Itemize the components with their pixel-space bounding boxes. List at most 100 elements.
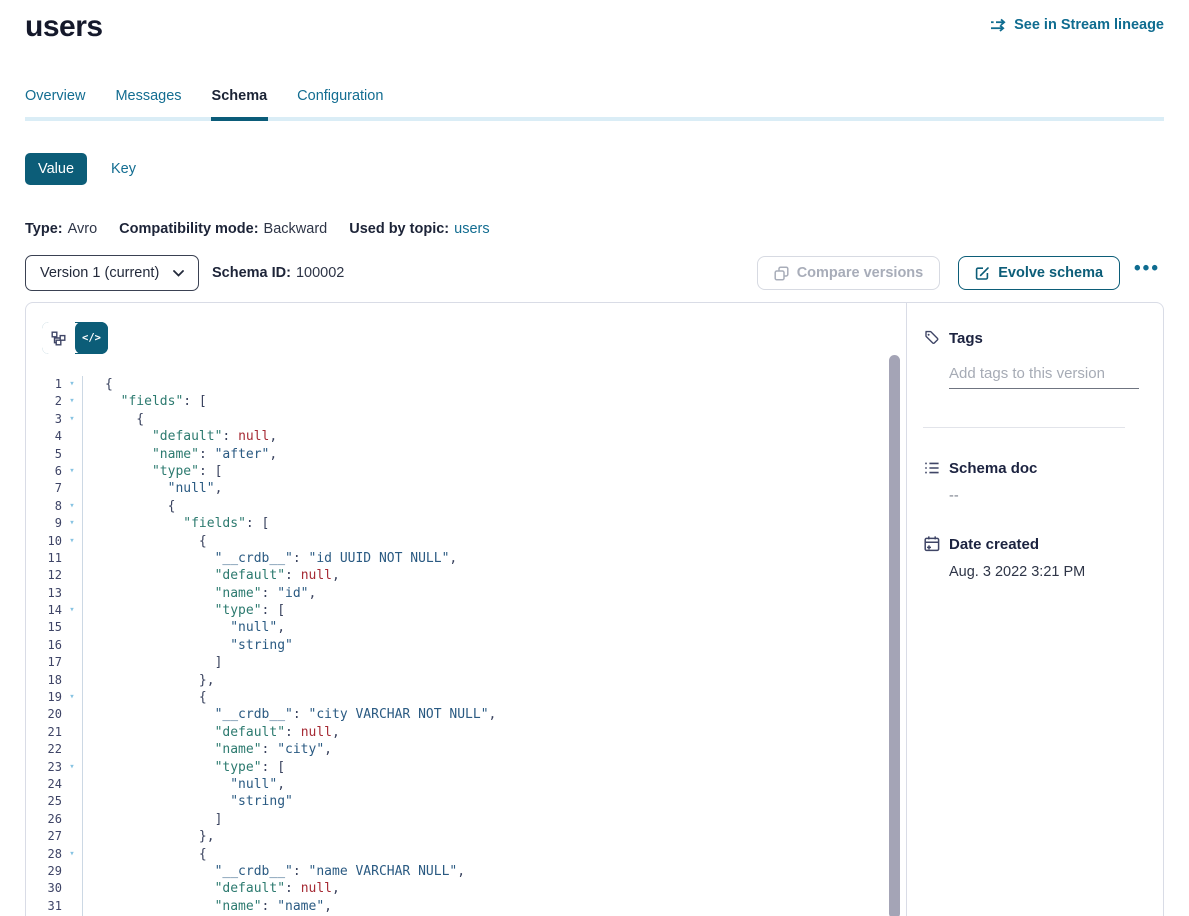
tags-section: Tags xyxy=(923,329,1139,389)
schema-id-label: Schema ID: xyxy=(212,265,291,281)
fold-spacer xyxy=(62,741,82,758)
fold-arrow-icon[interactable]: ▾ xyxy=(62,759,82,776)
active-tab-indicator xyxy=(211,117,269,121)
fold-spacer xyxy=(62,793,82,810)
schema-panel: </> 1▾{2▾ "fields": [3▾ {4 "default": nu… xyxy=(25,302,1164,916)
code-line: 18 }, xyxy=(26,672,906,689)
code-line: 25 "string" xyxy=(26,793,906,810)
compare-versions-button[interactable]: Compare versions xyxy=(757,256,941,290)
tab-messages[interactable]: Messages xyxy=(115,88,181,117)
code-line: 31 "name": "name", xyxy=(26,898,906,915)
fold-spacer xyxy=(62,863,82,880)
stream-lineage-icon xyxy=(990,18,1007,32)
value-toggle-button[interactable]: Value xyxy=(25,153,87,185)
copy-icon xyxy=(774,266,789,281)
schema-doc-value: -- xyxy=(949,488,1139,504)
schema-meta-row: Type:Avro Compatibility mode:Backward Us… xyxy=(25,221,1164,237)
code-text: "name": "name", xyxy=(82,898,906,915)
code-text: "name": "id", xyxy=(82,585,906,602)
code-line: 28▾ { xyxy=(26,846,906,863)
code-text: { xyxy=(82,411,906,428)
fold-arrow-icon[interactable]: ▾ xyxy=(62,498,82,515)
version-select[interactable]: Version 1 (current) xyxy=(25,255,199,291)
fold-arrow-icon[interactable]: ▾ xyxy=(62,846,82,863)
line-number: 16 xyxy=(26,637,62,654)
code-line: 27 }, xyxy=(26,828,906,845)
code-line: 17 ] xyxy=(26,654,906,671)
tab-overview[interactable]: Overview xyxy=(25,88,85,117)
line-number: 1 xyxy=(26,376,62,393)
code-text: { xyxy=(82,498,906,515)
code-text: "fields": [ xyxy=(82,515,906,532)
code-view-icon: </> xyxy=(82,332,101,344)
fold-arrow-icon[interactable]: ▾ xyxy=(62,602,82,619)
code-text: "__crdb__": "city VARCHAR NOT NULL", xyxy=(82,706,906,723)
fold-spacer xyxy=(62,619,82,636)
line-number: 10 xyxy=(26,533,62,550)
code-view-button[interactable]: </> xyxy=(75,322,108,354)
view-mode-toggle: </> xyxy=(42,322,108,354)
tags-heading: Tags xyxy=(949,330,983,347)
code-text: "__crdb__": "name VARCHAR NULL", xyxy=(82,863,906,880)
value-key-toggle: Value Key xyxy=(25,153,1164,185)
add-tags-input[interactable] xyxy=(949,359,1139,389)
compatibility-value: Backward xyxy=(264,221,328,237)
tree-view-icon xyxy=(51,331,66,346)
line-number: 28 xyxy=(26,846,62,863)
more-options-button[interactable]: ••• xyxy=(1130,264,1164,282)
fold-spacer xyxy=(62,724,82,741)
evolve-schema-button[interactable]: Evolve schema xyxy=(958,256,1120,290)
stream-lineage-link[interactable]: See in Stream lineage xyxy=(990,17,1164,33)
fold-spacer xyxy=(62,480,82,497)
schema-editor: </> 1▾{2▾ "fields": [3▾ {4 "default": nu… xyxy=(26,303,906,916)
fold-spacer xyxy=(62,880,82,897)
used-by-topic-link[interactable]: users xyxy=(454,221,489,237)
fold-spacer xyxy=(62,898,82,915)
code-line: 29 "__crdb__": "name VARCHAR NULL", xyxy=(26,863,906,880)
scrollbar-thumb[interactable] xyxy=(889,355,900,916)
code-line: 16 "string" xyxy=(26,637,906,654)
line-number: 23 xyxy=(26,759,62,776)
code-line: 21 "default": null, xyxy=(26,724,906,741)
code-text: "null", xyxy=(82,619,906,636)
schema-doc-heading: Schema doc xyxy=(949,460,1037,477)
tab-track xyxy=(25,117,1164,121)
tab-schema[interactable]: Schema xyxy=(212,88,268,117)
editor-toolbar: </> xyxy=(26,303,906,354)
code-text: "fields": [ xyxy=(82,393,906,410)
type-label: Type: xyxy=(25,221,63,237)
code-lines: 1▾{2▾ "fields": [3▾ {4 "default": null,5… xyxy=(26,376,906,916)
tree-view-button[interactable] xyxy=(42,322,75,354)
fold-arrow-icon[interactable]: ▾ xyxy=(62,411,82,428)
compatibility-label: Compatibility mode: xyxy=(119,221,258,237)
fold-spacer xyxy=(62,776,82,793)
fold-arrow-icon[interactable]: ▾ xyxy=(62,533,82,550)
fold-spacer xyxy=(62,567,82,584)
fold-arrow-icon[interactable]: ▾ xyxy=(62,689,82,706)
code-line: 22 "name": "city", xyxy=(26,741,906,758)
stream-lineage-label: See in Stream lineage xyxy=(1014,17,1164,33)
line-number: 11 xyxy=(26,550,62,567)
key-toggle-link[interactable]: Key xyxy=(111,161,136,177)
tab-configuration[interactable]: Configuration xyxy=(297,88,383,117)
code-text: { xyxy=(82,376,906,393)
fold-arrow-icon[interactable]: ▾ xyxy=(62,376,82,393)
sidebar-divider xyxy=(923,427,1125,428)
code-line: 30 "default": null, xyxy=(26,880,906,897)
type-value: Avro xyxy=(68,221,98,237)
line-number: 14 xyxy=(26,602,62,619)
version-bar: Version 1 (current) Schema ID:100002 Com… xyxy=(25,255,1164,291)
line-number: 9 xyxy=(26,515,62,532)
fold-arrow-icon[interactable]: ▾ xyxy=(62,515,82,532)
fold-spacer xyxy=(62,428,82,445)
code-line: 15 "null", xyxy=(26,619,906,636)
line-number: 25 xyxy=(26,793,62,810)
code-line: 13 "name": "id", xyxy=(26,585,906,602)
code-line: 26 ] xyxy=(26,811,906,828)
fold-arrow-icon[interactable]: ▾ xyxy=(62,393,82,410)
code-text: "default": null, xyxy=(82,428,906,445)
date-created-heading: Date created xyxy=(949,536,1039,553)
fold-spacer xyxy=(62,637,82,654)
fold-arrow-icon[interactable]: ▾ xyxy=(62,463,82,480)
line-number: 24 xyxy=(26,776,62,793)
